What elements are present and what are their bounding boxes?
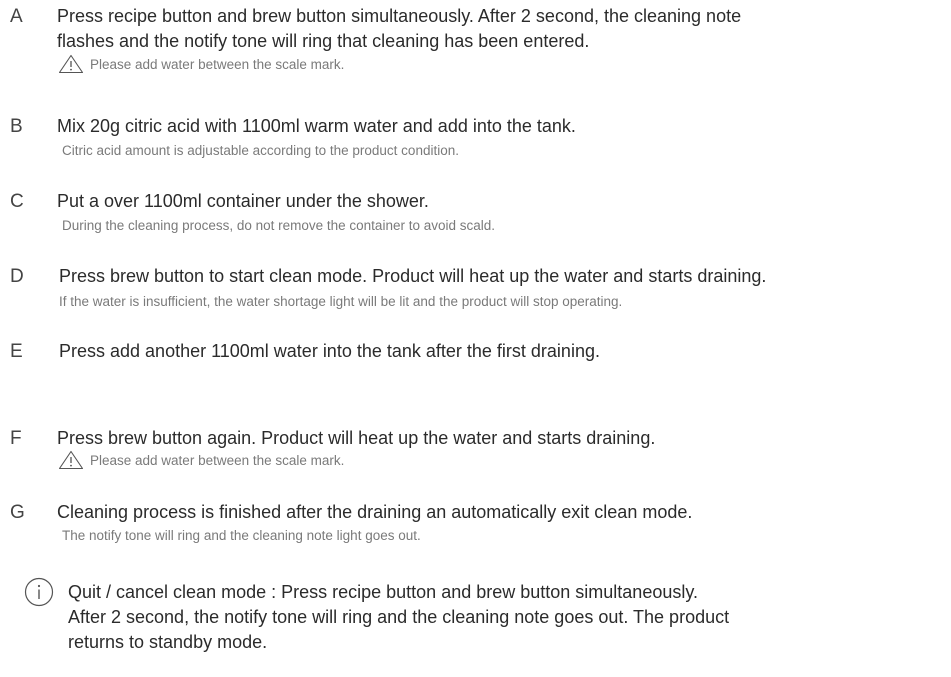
info-block: Quit / cancel clean mode : Press recipe …: [0, 577, 951, 677]
step-letter: B: [10, 116, 23, 137]
info-text-line: returns to standby mode.: [68, 632, 268, 652]
step-note: Citric acid amount is adjustable accordi…: [62, 143, 459, 158]
warning-text: Please add water between the scale mark.: [90, 57, 345, 72]
step-text-line: Cleaning process is finished after the d…: [57, 502, 693, 522]
step-letter: F: [10, 428, 22, 449]
step-note: If the water is insufficient, the water …: [59, 294, 623, 309]
step-text-line: flashes and the notify tone will ring th…: [57, 31, 590, 51]
step-text-line: Press add another 1100ml water into the …: [59, 341, 600, 361]
step-letter: D: [10, 266, 24, 287]
step-letter: C: [10, 191, 24, 212]
step-text-line: Mix 20g citric acid with 1100ml warm wat…: [57, 116, 576, 136]
step-text-line: Put a over 1100ml container under the sh…: [57, 191, 429, 211]
info-icon: [24, 577, 54, 607]
step-text-line: Press brew button to start clean mode. P…: [59, 266, 767, 286]
step-note: The notify tone will ring and the cleani…: [62, 528, 421, 543]
step-note: During the cleaning process, do not remo…: [62, 218, 496, 233]
step-text-line: Press recipe button and brew button simu…: [57, 6, 742, 26]
step-letter: G: [10, 502, 25, 523]
warning-text: Please add water between the scale mark.: [90, 453, 345, 468]
step-letter: A: [10, 6, 23, 27]
info-text-line: After 2 second, the notify tone will rin…: [68, 607, 730, 627]
warning-triangle-icon: [58, 54, 84, 74]
step-letter: E: [10, 341, 23, 362]
warning-triangle-icon: [58, 450, 84, 470]
step-text-line: Press brew button again. Product will he…: [57, 428, 656, 448]
info-text-line: Quit / cancel clean mode : Press recipe …: [68, 582, 699, 602]
